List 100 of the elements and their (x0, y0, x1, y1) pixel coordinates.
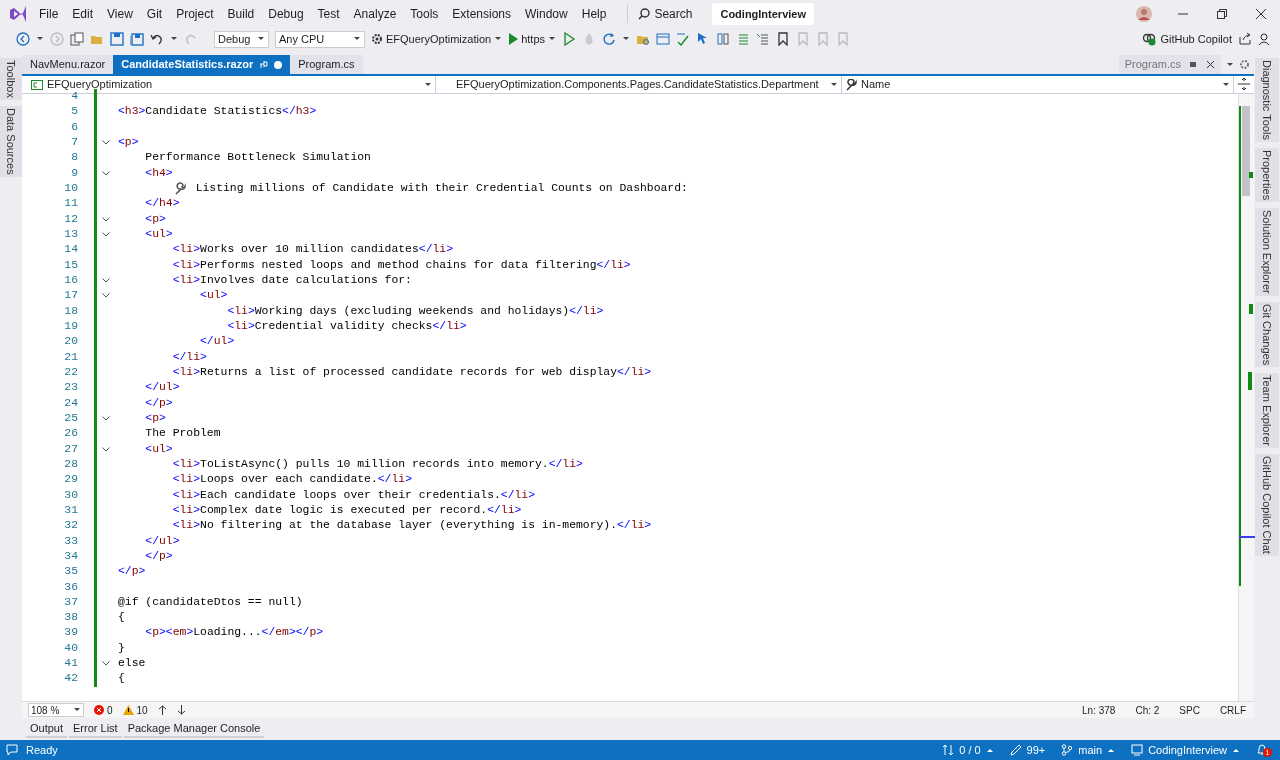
branch-icon (1061, 744, 1074, 756)
error-icon (94, 705, 104, 715)
line-number: 19 (63, 318, 78, 334)
warning-icon (122, 705, 134, 715)
type-dropdown[interactable]: EFQueryOptimization.Components.Pages.CandidateStatistics.Department (436, 76, 842, 93)
collapse-chevron-icon[interactable] (101, 446, 110, 452)
tool-window-tab[interactable]: Properties (1254, 147, 1280, 203)
start-button[interactable]: https (508, 30, 556, 48)
menu-item[interactable]: Build (220, 5, 262, 23)
menu-item[interactable]: Extensions (445, 5, 519, 23)
tool-window-tab[interactable]: Error List (69, 719, 122, 739)
columns-icon[interactable] (716, 32, 730, 46)
member-dropdown[interactable]: Name (842, 76, 1234, 93)
restore-icon[interactable] (1217, 9, 1227, 19)
menu-item[interactable]: Tools (403, 5, 446, 23)
editor-tab[interactable]: CandidateStatistics.razor (113, 55, 291, 74)
platform-dropdown[interactable]: Any CPU (275, 30, 365, 48)
whitespace-mode[interactable]: SPC (1179, 702, 1200, 718)
share-icon[interactable] (1238, 32, 1252, 46)
spell-check-icon[interactable] (676, 32, 690, 46)
code-line: <li>ToListAsync() pulls 10 million records into memory.</li> (172, 456, 583, 472)
repository-button[interactable]: CodingInterview (1131, 741, 1240, 759)
menu-item[interactable]: Git (139, 5, 170, 23)
code-line: else (118, 656, 146, 672)
up-arrow-icon[interactable] (157, 705, 167, 715)
close-icon[interactable] (1256, 9, 1266, 19)
collapse-chevron-icon[interactable] (101, 293, 110, 299)
collapse-chevron-icon[interactable] (101, 232, 110, 238)
split-editor-icon[interactable] (1236, 76, 1252, 92)
bell-icon (1256, 744, 1268, 756)
line-number: 15 (63, 257, 78, 273)
editor-tab[interactable]: Program.cs (290, 55, 363, 74)
tool-window-tab[interactable]: Package Manager Console (123, 719, 265, 739)
scrollbar-thumb[interactable] (1242, 106, 1250, 196)
line-number: 41 (63, 656, 78, 672)
wrench-icon (845, 78, 857, 91)
run-outline-icon[interactable] (562, 32, 576, 46)
menu-item[interactable]: Window (518, 5, 575, 23)
menu-item[interactable]: Help (574, 5, 614, 23)
changes-button[interactable]: 99+ (1009, 741, 1046, 759)
collapse-chevron-icon[interactable] (101, 170, 110, 176)
caret-icon[interactable] (170, 35, 178, 43)
message-icon (6, 744, 18, 756)
menu-item[interactable]: File (32, 5, 66, 23)
line-number: 40 (63, 640, 78, 656)
code-line: </p> (145, 548, 173, 564)
caret-icon[interactable] (36, 35, 44, 43)
bookmark-icon[interactable] (776, 32, 790, 46)
zoom-dropdown[interactable]: 108 % (28, 703, 84, 717)
configuration-dropdown[interactable]: Debug (214, 30, 269, 48)
tool-window-tab[interactable]: Team Explorer (1254, 373, 1280, 448)
warnings-indicator[interactable]: 10 (122, 702, 148, 718)
save-all-icon[interactable] (130, 32, 144, 46)
feedback-icon[interactable] (1258, 32, 1272, 46)
search-button[interactable]: Search (627, 5, 697, 23)
line-endings[interactable]: CRLF (1219, 702, 1246, 718)
code-line: <li>Working days (excluding weekends and holidays)</li> (227, 303, 604, 319)
avatar-icon[interactable] (1136, 6, 1152, 22)
menu-item[interactable]: View (100, 5, 140, 23)
collapse-chevron-icon[interactable] (101, 416, 110, 422)
project-dropdown[interactable]: EFQueryOptimization (28, 76, 436, 93)
line-number: 13 (63, 226, 78, 242)
down-arrow-icon[interactable] (176, 705, 186, 715)
menu-item[interactable]: Project (169, 5, 221, 23)
preview-tab[interactable]: Program.cs (1118, 55, 1221, 74)
caret-icon[interactable] (622, 35, 630, 43)
tool-window-tab[interactable]: Toolbox (0, 58, 24, 100)
code-line: <li>Returns a list of processed candidate records for web display</li> (172, 364, 652, 380)
line-number: 17 (63, 288, 78, 304)
copilot-button[interactable]: GitHub Copilot (1142, 30, 1232, 48)
collapse-chevron-icon[interactable] (101, 278, 110, 284)
branch-button[interactable]: main (1061, 741, 1116, 759)
search-icon (638, 8, 651, 20)
refresh-icon[interactable] (602, 32, 616, 46)
code-line: </li> (172, 349, 207, 365)
tool-window-tab[interactable]: Diagnostic Tools (1254, 58, 1280, 142)
save-icon[interactable] (110, 32, 124, 46)
collapse-chevron-icon[interactable] (101, 216, 110, 222)
window-icon[interactable] (656, 32, 670, 46)
line-number: 38 (63, 610, 78, 626)
startup-project-dropdown[interactable]: EFQueryOptimization (371, 30, 503, 48)
menu-item[interactable]: Debug (261, 5, 311, 23)
collapse-chevron-icon[interactable] (101, 661, 110, 667)
gear-icon (371, 33, 383, 45)
menu-item[interactable]: Test (310, 5, 347, 23)
errors-indicator[interactable]: 0 (94, 702, 113, 718)
back-icon[interactable] (16, 32, 30, 46)
tool-window-tab[interactable]: Git Changes (1254, 301, 1280, 367)
editor-tab[interactable]: NavMenu.razor (22, 55, 114, 74)
code-line: <li>Complex date logic is executed per record.</li> (172, 502, 522, 518)
new-item-icon[interactable] (70, 32, 84, 46)
tool-window-tab[interactable]: Data Sources (0, 105, 24, 177)
menu-item[interactable]: Analyze (346, 5, 404, 23)
menu-item[interactable]: Edit (65, 5, 101, 23)
tool-window-tab[interactable]: GitHub Copilot Chat (1254, 453, 1280, 556)
tool-window-tab[interactable]: Output (26, 719, 68, 739)
collapse-chevron-icon[interactable] (101, 140, 110, 146)
commits-button[interactable]: 0 / 0 (942, 741, 994, 759)
undo-icon[interactable] (150, 32, 164, 46)
tool-window-tab[interactable]: Solution Explorer (1254, 208, 1280, 296)
